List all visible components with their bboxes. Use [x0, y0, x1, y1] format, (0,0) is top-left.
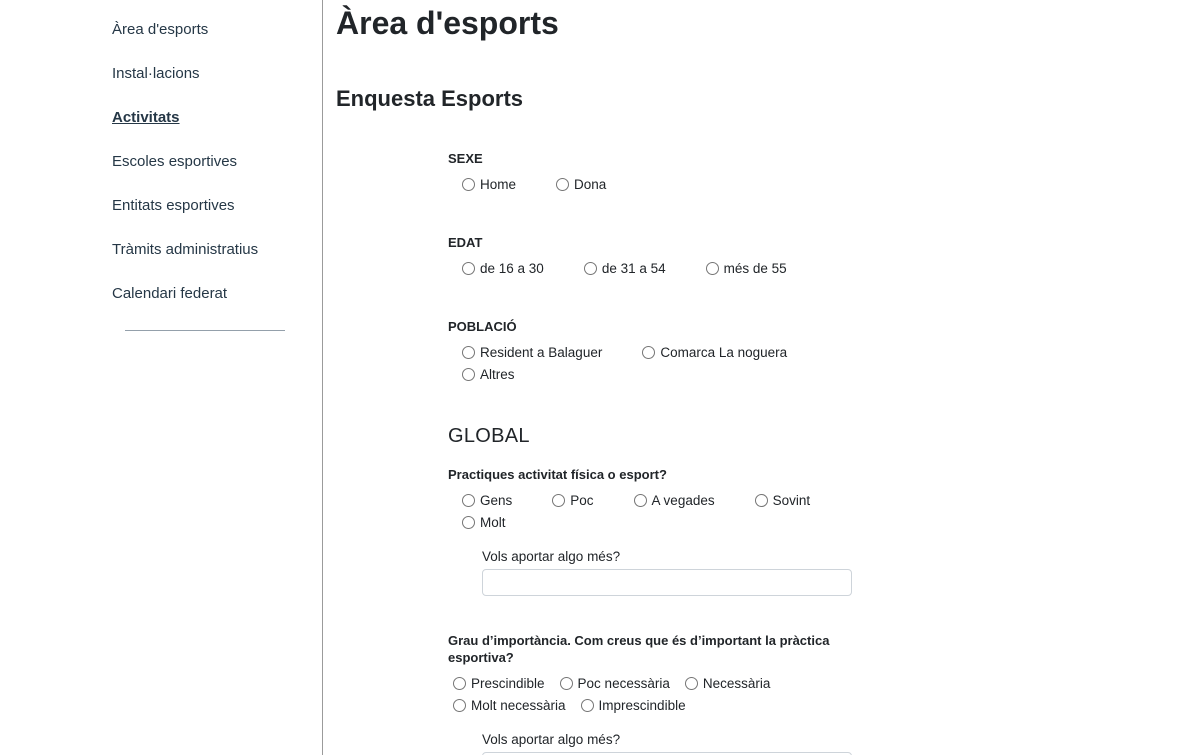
radio-input-gens[interactable]: [462, 494, 475, 507]
radio-option-label: Necessària: [703, 675, 771, 692]
radio-input-poc-necessaria[interactable]: [560, 677, 573, 690]
radio-option-label: Molt necessària: [471, 697, 566, 714]
radio-input-dona[interactable]: [556, 178, 569, 191]
radio-option-a-vegades[interactable]: A vegades: [634, 492, 715, 509]
radio-option-label: A vegades: [652, 492, 715, 509]
radio-input-prescindible[interactable]: [453, 677, 466, 690]
followup-block: Vols aportar algo més?: [482, 548, 1200, 596]
sidebar-item-instal-lacions[interactable]: Instal·lacions: [112, 66, 322, 82]
question-label: SEXE: [448, 150, 833, 167]
sidebar-item-area-d-esports[interactable]: Àrea d'esports: [112, 22, 322, 38]
sidebar: Àrea d'esports Instal·lacions Activitats Es…: [0, 0, 322, 755]
question-label: Grau d’importància. Com creus que és d’i…: [448, 632, 833, 666]
survey-form: SEXE Home Dona EDAT de 16 a 30 de 31 a 54 més …: [448, 150, 1200, 755]
question-label: Practiques activitat física o esport?: [448, 466, 833, 483]
form-title: Enquesta Esports: [336, 86, 1200, 112]
followup-label: Vols aportar algo més?: [482, 548, 1200, 565]
radio-option-label: Molt: [480, 514, 506, 531]
sidebar-divider: [125, 330, 285, 331]
radio-input-home[interactable]: [462, 178, 475, 191]
radio-option-label: Poc: [570, 492, 593, 509]
radio-option-label: Altres: [480, 366, 515, 383]
radio-option-de-31-a-54[interactable]: de 31 a 54: [584, 260, 666, 277]
radio-input-altres[interactable]: [462, 368, 475, 381]
sidebar-item-calendari-federat[interactable]: Calendari federat: [112, 286, 322, 302]
radio-input-resident-a-balaguer[interactable]: [462, 346, 475, 359]
radio-option-home[interactable]: Home: [462, 176, 516, 193]
main-content: Àrea d'esports Enquesta Esports SEXE Home…: [322, 0, 1200, 755]
radio-option-molt-necessaria[interactable]: Molt necessària: [453, 697, 566, 714]
question-label: EDAT: [448, 234, 833, 251]
radio-option-altres[interactable]: Altres: [462, 366, 515, 383]
radio-input-de-31-a-54[interactable]: [584, 262, 597, 275]
radio-option-label: Home: [480, 176, 516, 193]
radio-option-label: de 16 a 30: [480, 260, 544, 277]
radio-option-label: Sovint: [773, 492, 811, 509]
radio-input-imprescindible[interactable]: [581, 699, 594, 712]
radio-options: Resident a Balaguer Comarca La noguera Alt…: [448, 344, 867, 388]
radio-input-molt-necessaria[interactable]: [453, 699, 466, 712]
radio-options: de 16 a 30 de 31 a 54 més de 55: [448, 260, 867, 282]
sidebar-nav: Àrea d'esports Instal·lacions Activitats Es…: [112, 22, 322, 302]
radio-option-necessaria[interactable]: Necessària: [685, 675, 771, 692]
form-section-grau-d-importancia-com-creus-q: Grau d’importància. Com creus que és d’i…: [448, 632, 1200, 755]
question-label: POBLACIÓ: [448, 318, 833, 335]
radio-input-poc[interactable]: [552, 494, 565, 507]
radio-option-label: més de 55: [724, 260, 787, 277]
radio-option-label: de 31 a 54: [602, 260, 666, 277]
radio-option-label: Imprescindible: [599, 697, 686, 714]
radio-option-sovint[interactable]: Sovint: [755, 492, 811, 509]
form-section-edat: EDAT de 16 a 30 de 31 a 54 més de 55: [448, 234, 1200, 282]
radio-option-molt[interactable]: Molt: [462, 514, 506, 531]
radio-option-resident-a-balaguer[interactable]: Resident a Balaguer: [462, 344, 602, 361]
radio-option-dona[interactable]: Dona: [556, 176, 606, 193]
radio-options: Home Dona: [448, 176, 867, 198]
sidebar-item-tramits-administratius[interactable]: Tràmits administratius: [112, 242, 322, 258]
radio-option-poc[interactable]: Poc: [552, 492, 593, 509]
form-section-practiques-activitat-fisica-o-: Practiques activitat física o esport? Gen…: [448, 466, 1200, 596]
radio-option-label: Prescindible: [471, 675, 545, 692]
radio-option-label: Resident a Balaguer: [480, 344, 602, 361]
page: Àrea d'esports Instal·lacions Activitats Es…: [0, 0, 1200, 755]
radio-options: Gens Poc A vegades Sovint Molt: [448, 492, 867, 536]
radio-options: Prescindible Poc necessària Necessària Molt…: [448, 675, 893, 719]
radio-option-mes-de-55[interactable]: més de 55: [706, 260, 787, 277]
radio-input-mes-de-55[interactable]: [706, 262, 719, 275]
followup-block: Vols aportar algo més?: [482, 731, 1200, 755]
radio-option-label: Dona: [574, 176, 606, 193]
radio-option-label: Comarca La noguera: [660, 344, 787, 361]
sidebar-item-escoles-esportives[interactable]: Escoles esportives: [112, 154, 322, 170]
followup-label: Vols aportar algo més?: [482, 731, 1200, 748]
radio-input-a-vegades[interactable]: [634, 494, 647, 507]
page-title: Àrea d'esports: [336, 4, 1200, 42]
form-section-sexe: SEXE Home Dona: [448, 150, 1200, 198]
radio-option-de-16-a-30[interactable]: de 16 a 30: [462, 260, 544, 277]
sidebar-item-activitats[interactable]: Activitats: [112, 110, 322, 126]
radio-option-label: Gens: [480, 492, 512, 509]
followup-input[interactable]: [482, 569, 852, 596]
radio-option-poc-necessaria[interactable]: Poc necessària: [560, 675, 670, 692]
radio-option-imprescindible[interactable]: Imprescindible: [581, 697, 686, 714]
radio-input-comarca-la-noguera[interactable]: [642, 346, 655, 359]
radio-option-prescindible[interactable]: Prescindible: [453, 675, 545, 692]
radio-option-comarca-la-noguera[interactable]: Comarca La noguera: [642, 344, 787, 361]
radio-input-molt[interactable]: [462, 516, 475, 529]
radio-option-label: Poc necessària: [578, 675, 670, 692]
radio-input-sovint[interactable]: [755, 494, 768, 507]
radio-input-necessaria[interactable]: [685, 677, 698, 690]
radio-option-gens[interactable]: Gens: [462, 492, 512, 509]
radio-input-de-16-a-30[interactable]: [462, 262, 475, 275]
form-section-poblacio: POBLACIÓ Resident a Balaguer Comarca La no…: [448, 318, 1200, 388]
section-heading-global: GLOBAL: [448, 424, 1200, 448]
sidebar-item-entitats-esportives[interactable]: Entitats esportives: [112, 198, 322, 214]
